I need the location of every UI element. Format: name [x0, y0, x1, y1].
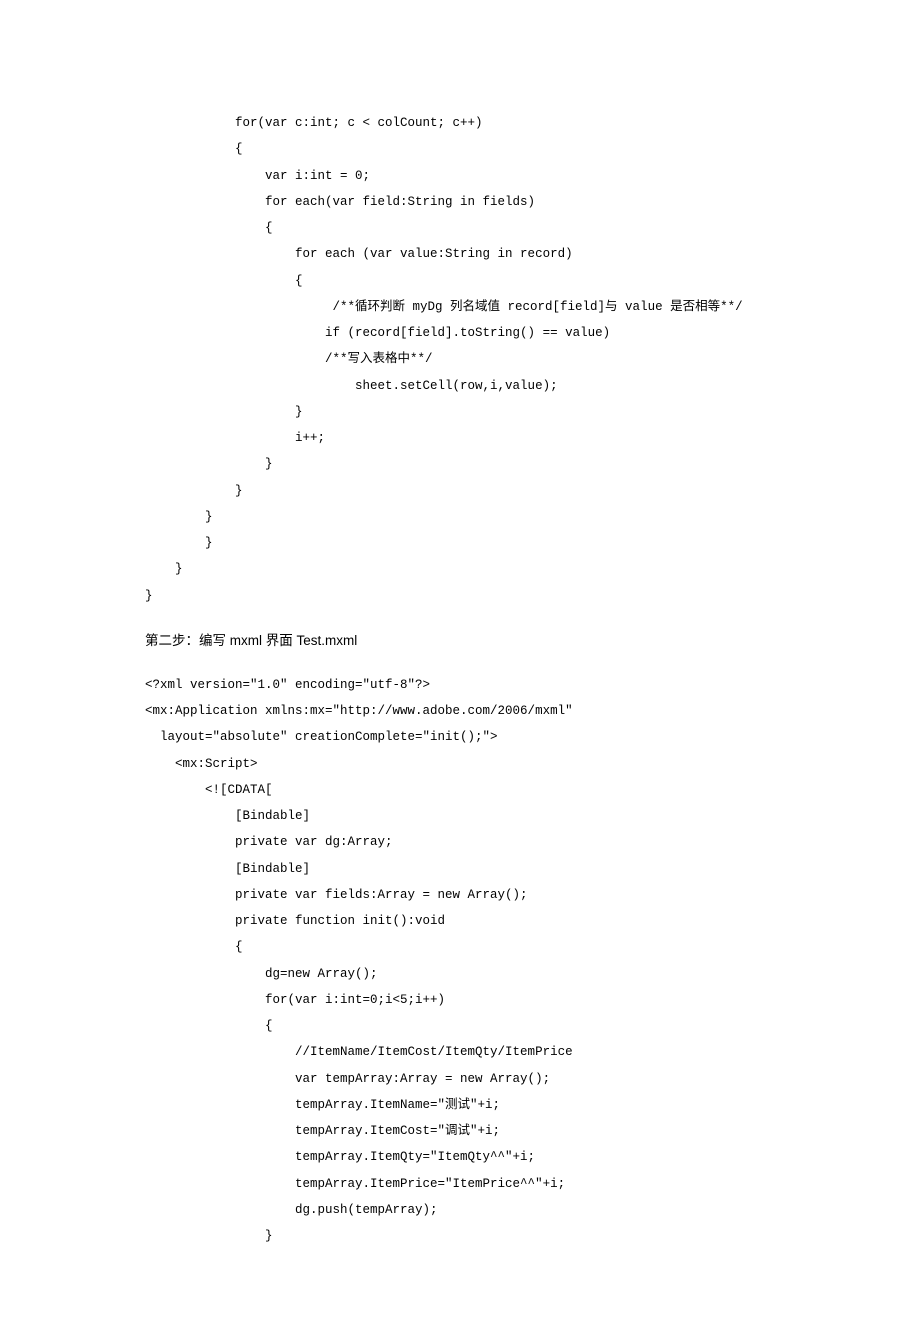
code-block-1: for(var c:int; c < colCount; c++) { var … [145, 110, 775, 609]
document-page: for(var c:int; c < colCount; c++) { var … [0, 0, 920, 1329]
code-block-2: <?xml version="1.0" encoding="utf-8"?> <… [145, 672, 775, 1250]
step-heading: 第二步：编写 mxml 界面 Test.mxml [145, 627, 775, 654]
